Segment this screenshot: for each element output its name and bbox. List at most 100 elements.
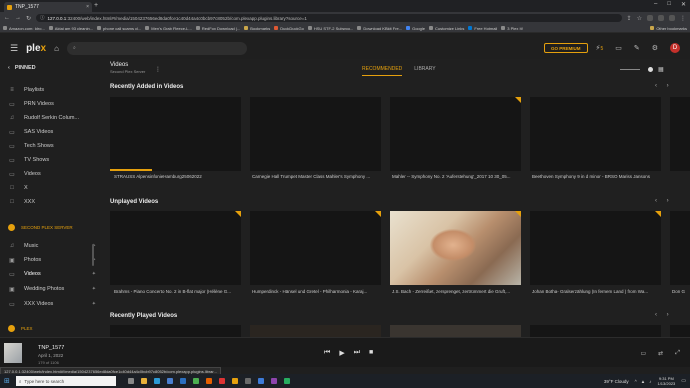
sidebar-item-xxx-videos[interactable]: ▭ XXX Videos ✦ xyxy=(8,298,96,310)
app-icon[interactable] xyxy=(244,378,251,384)
video-card[interactable] xyxy=(530,211,661,285)
firefox-icon[interactable] xyxy=(205,378,212,384)
home-icon[interactable]: ⌂ xyxy=(54,44,59,53)
next-icon[interactable]: ⏭ xyxy=(354,349,360,357)
video-card[interactable] xyxy=(250,325,381,337)
windows-start-icon[interactable]: ⊞ xyxy=(4,377,10,385)
browser-tab[interactable]: TNP_1577 × xyxy=(4,2,92,12)
bookmark[interactable]: RedFox Download |... xyxy=(195,26,240,31)
back-icon[interactable]: ← xyxy=(4,15,10,21)
video-caption[interactable]: Humperdinck - Hänsel und Gretel - Philha… xyxy=(252,289,383,294)
sidebar-item-sas-videos[interactable]: ▭ SAS Videos xyxy=(8,126,96,138)
sidebar-item-wedding-photos[interactable]: ▣ Wedding Photos ✦ xyxy=(8,283,96,295)
chrome-icon[interactable] xyxy=(192,378,199,384)
video-caption[interactable]: Brahms - Piano Concerto No. 2 in B-flat … xyxy=(114,289,245,294)
section-title[interactable]: Unplayed Videos xyxy=(110,199,158,205)
sidebar-item-music[interactable]: ♫Music✦ xyxy=(8,240,96,252)
settings-icon[interactable]: ⚙ xyxy=(652,44,658,52)
tools-icon[interactable]: ✎ xyxy=(634,44,640,52)
bookmark[interactable]: Free Hotmail xyxy=(468,26,497,31)
notification-icon[interactable]: ▭ xyxy=(681,378,686,384)
sidebar-item-xxx[interactable]: □ XXX xyxy=(8,196,96,208)
stop-icon[interactable]: ■ xyxy=(369,349,373,357)
edge-icon[interactable] xyxy=(153,378,160,384)
section-nav-arrows[interactable]: ‹ › xyxy=(655,83,673,89)
store-icon[interactable] xyxy=(166,378,173,384)
section-nav-arrows[interactable]: ‹ › xyxy=(655,198,673,204)
extension-icon[interactable] xyxy=(647,15,653,21)
video-card[interactable] xyxy=(390,211,521,285)
tab-library[interactable]: LIBRARY xyxy=(414,66,435,76)
sidebar-item-tech-shows[interactable]: ▭ Tech Shows xyxy=(8,140,96,152)
app-icon[interactable] xyxy=(283,378,290,384)
sidebar-item-photos[interactable]: ▣Photos✦ xyxy=(8,254,96,266)
video-caption[interactable]: Mahler -- Symphony No. 2 'Auferstehung'_… xyxy=(392,174,523,179)
file-explorer-icon[interactable] xyxy=(140,378,147,384)
sidebar-item-x[interactable]: □ X xyxy=(8,182,96,194)
fullscreen-icon[interactable]: ⤢ xyxy=(675,350,680,357)
video-card[interactable] xyxy=(110,211,241,285)
slider-knob[interactable] xyxy=(648,67,653,72)
video-card[interactable] xyxy=(670,97,690,171)
bookmark[interactable]: phone call scams cl... xyxy=(97,26,141,31)
more-options-icon[interactable]: ⋮ xyxy=(155,66,161,73)
bookmark[interactable]: Amazon.com: Idro... xyxy=(3,26,45,31)
repeat-icon[interactable]: ⇄ xyxy=(658,350,663,357)
activity-icon[interactable]: ⚡5 xyxy=(596,44,604,52)
app-icon[interactable] xyxy=(257,378,264,384)
card-size-slider[interactable] xyxy=(620,69,640,70)
now-playing-thumbnail[interactable] xyxy=(4,343,22,363)
reload-icon[interactable]: ↻ xyxy=(26,15,31,22)
bookmark[interactable]: Customize Links xyxy=(429,26,464,31)
bookmark[interactable]: Google xyxy=(406,26,425,31)
plex-logo[interactable]: plex xyxy=(26,43,46,54)
app-icon[interactable] xyxy=(231,378,238,384)
pin-icon[interactable]: ✦ xyxy=(92,271,96,277)
section-title[interactable]: Recently Played Videos xyxy=(110,313,177,319)
previous-icon[interactable]: ⏮ xyxy=(324,349,330,357)
bookmark[interactable]: Bookmarks xyxy=(244,26,270,31)
sidebar-item-tv-shows[interactable]: ▭ TV Shows xyxy=(8,154,96,166)
video-caption[interactable]: J.S. Bach - Zerreißet, zersprenget, zert… xyxy=(392,289,523,294)
app-icon[interactable] xyxy=(270,378,277,384)
video-card[interactable] xyxy=(670,211,690,285)
video-caption[interactable]: Carnegie Hall Trumpet Master Class Mahle… xyxy=(252,174,383,179)
go-premium-button[interactable]: GO PREMIUM xyxy=(544,43,588,53)
close-window-button[interactable]: ✕ xyxy=(681,1,686,8)
sidebar-item-playlists[interactable]: ≡ Playlists xyxy=(8,84,96,96)
extension-icon[interactable] xyxy=(669,15,675,21)
bookmark[interactable]: DuckDuckGo xyxy=(274,26,304,31)
browser-menu-icon[interactable]: ⋮ xyxy=(680,15,686,22)
bookmark[interactable]: Men's Grab Fleece-L... xyxy=(145,26,192,31)
network-icon[interactable]: ▲ xyxy=(641,379,645,384)
sidebar-item-prn-videos[interactable]: ▭ PRN Videos xyxy=(8,98,96,110)
maximize-button[interactable]: □ xyxy=(667,1,671,8)
share-icon[interactable]: ⇪ xyxy=(627,15,632,22)
clock[interactable]: 9:31 PM 1/13/2023 xyxy=(657,376,675,386)
new-tab-button[interactable]: + xyxy=(94,2,98,9)
video-caption[interactable]: Don G xyxy=(672,289,690,294)
app-icon[interactable] xyxy=(218,378,225,384)
extension-icon[interactable] xyxy=(658,15,664,21)
tab-close-icon[interactable]: × xyxy=(86,4,89,10)
grid-view-icon[interactable]: ▦ xyxy=(658,66,664,73)
bookmark[interactable]: 3 Plex It! xyxy=(501,26,523,31)
sidebar-item-videos[interactable]: ▭ Videos xyxy=(8,168,96,180)
search-input[interactable]: ⌕ xyxy=(66,41,247,55)
video-caption[interactable]: Johan Botha- Gralserzählung (In fernem L… xyxy=(532,289,663,294)
cast-icon[interactable]: ▭ xyxy=(640,350,646,357)
pin-icon[interactable]: ✦ xyxy=(92,286,96,292)
minimize-button[interactable]: – xyxy=(654,1,657,8)
video-card[interactable] xyxy=(250,211,381,285)
weather-widget[interactable]: 39°F Cloudy xyxy=(604,379,629,384)
video-card[interactable] xyxy=(390,325,521,337)
section-title[interactable]: Recently Added in Videos xyxy=(110,84,183,90)
avatar[interactable]: D xyxy=(670,43,680,53)
mail-icon[interactable] xyxy=(179,378,186,384)
video-caption[interactable]: Beethoven Symphony 9 in d minor - BRSO M… xyxy=(532,174,663,179)
forward-icon[interactable]: → xyxy=(15,15,21,21)
pinned-header[interactable]: ‹ PINNED xyxy=(8,65,36,71)
sidebar-item-rudolf-serkin[interactable]: ♫ Rudolf Serkin Colum... xyxy=(8,112,96,124)
bookmark[interactable]: Download KBkit Fre... xyxy=(357,26,402,31)
play-icon[interactable]: ▶ xyxy=(339,349,344,357)
